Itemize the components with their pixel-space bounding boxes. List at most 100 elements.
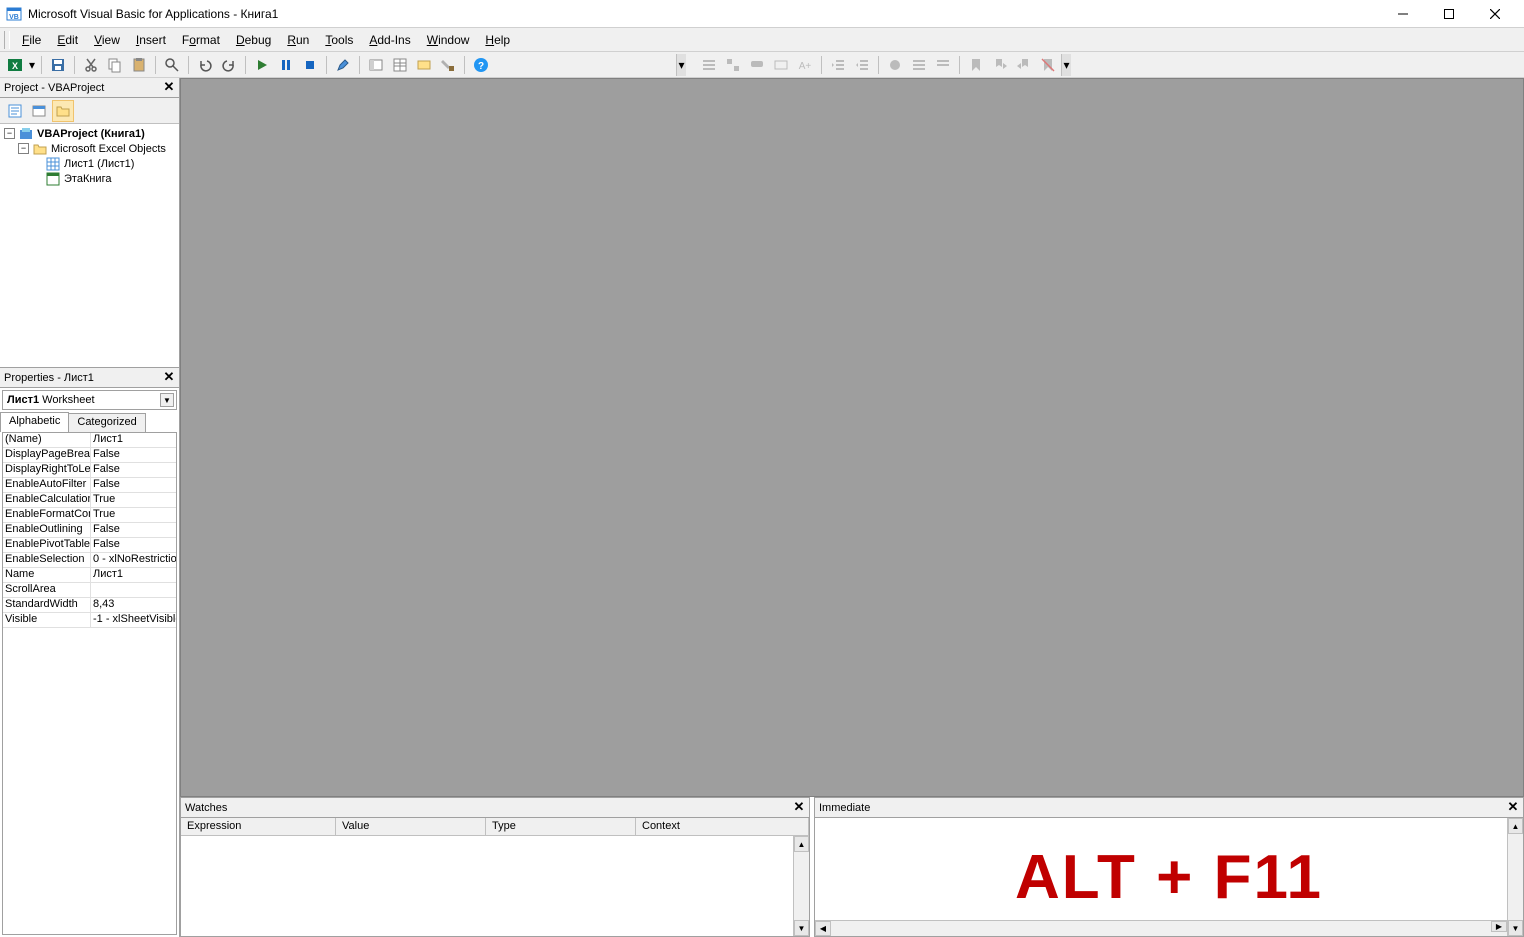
menu-window[interactable]: Window <box>419 30 478 50</box>
design-mode-icon[interactable] <box>332 54 354 76</box>
break-icon[interactable] <box>275 54 297 76</box>
list-properties-icon[interactable] <box>698 54 720 76</box>
tree-sheet[interactable]: Лист1 (Лист1) <box>2 156 177 171</box>
property-value[interactable]: False <box>91 448 176 462</box>
immediate-close-icon[interactable]: ✕ <box>1505 799 1521 815</box>
comment-block-icon[interactable] <box>908 54 930 76</box>
immediate-hscroll[interactable]: ◀ ▶ <box>815 920 1507 936</box>
property-value[interactable]: 0 - xlNoRestrictions <box>91 553 176 567</box>
watch-col-expression[interactable]: Expression <box>181 818 336 835</box>
immediate-vscroll[interactable]: ▲ ▼ <box>1507 818 1523 936</box>
properties-panel-header[interactable]: Properties - Лист1 ✕ <box>0 368 179 388</box>
menu-help[interactable]: Help <box>477 30 518 50</box>
parameter-info-icon[interactable] <box>770 54 792 76</box>
object-browser-icon[interactable] <box>413 54 435 76</box>
view-code-icon[interactable] <box>4 100 26 122</box>
list-constants-icon[interactable] <box>722 54 744 76</box>
property-row[interactable]: DisplayPageBreaksFalse <box>3 448 176 463</box>
properties-object-combo[interactable]: Лист1 Worksheet ▼ <box>2 390 177 410</box>
scroll-right-icon[interactable]: ▶ <box>1491 921 1507 932</box>
cut-icon[interactable] <box>80 54 102 76</box>
scroll-left-icon[interactable]: ◀ <box>815 921 831 936</box>
property-value[interactable]: True <box>91 493 176 507</box>
properties-panel-close-icon[interactable]: ✕ <box>161 369 177 385</box>
minimize-button[interactable] <box>1380 0 1426 28</box>
maximize-button[interactable] <box>1426 0 1472 28</box>
property-row[interactable]: EnableAutoFilterFalse <box>3 478 176 493</box>
property-row[interactable]: (Name)Лист1 <box>3 433 176 448</box>
project-tree[interactable]: − VBAProject (Книга1) − Microsoft Excel … <box>0 124 179 367</box>
property-row[interactable]: DisplayRightToLeftFalse <box>3 463 176 478</box>
watch-col-type[interactable]: Type <box>486 818 636 835</box>
menu-view[interactable]: View <box>86 30 128 50</box>
tab-alphabetic[interactable]: Alphabetic <box>0 412 69 432</box>
project-explorer-icon[interactable] <box>365 54 387 76</box>
watches-header[interactable]: Watches ✕ <box>181 798 809 818</box>
scroll-up-icon[interactable]: ▲ <box>794 836 809 852</box>
find-icon[interactable] <box>161 54 183 76</box>
toolbar-overflow-2[interactable]: ▾ <box>1061 54 1071 76</box>
property-value[interactable]: False <box>91 523 176 537</box>
tree-folder[interactable]: − Microsoft Excel Objects <box>2 141 177 156</box>
scroll-down-icon[interactable]: ▼ <box>794 920 809 936</box>
copy-icon[interactable] <box>104 54 126 76</box>
property-row[interactable]: NameЛист1 <box>3 568 176 583</box>
immediate-header[interactable]: Immediate ✕ <box>815 798 1523 818</box>
property-value[interactable]: True <box>91 508 176 522</box>
project-panel-close-icon[interactable]: ✕ <box>161 79 177 95</box>
combo-arrow-icon[interactable]: ▼ <box>160 393 174 407</box>
property-value[interactable] <box>91 583 176 597</box>
watch-col-context[interactable]: Context <box>636 818 809 835</box>
menu-addins[interactable]: Add-Ins <box>361 30 418 50</box>
run-icon[interactable] <box>251 54 273 76</box>
watches-body[interactable]: ▲ ▼ <box>181 836 809 936</box>
scroll-up-icon[interactable]: ▲ <box>1508 818 1523 834</box>
scroll-down-icon[interactable]: ▼ <box>1508 920 1523 936</box>
property-row[interactable]: Visible-1 - xlSheetVisible <box>3 613 176 628</box>
close-button[interactable] <box>1472 0 1518 28</box>
property-row[interactable]: ScrollArea <box>3 583 176 598</box>
bookmark-next-icon[interactable] <box>989 54 1011 76</box>
breakpoint-icon[interactable] <box>884 54 906 76</box>
menu-edit[interactable]: Edit <box>49 30 86 50</box>
view-excel-icon[interactable]: X <box>4 54 26 76</box>
property-row[interactable]: StandardWidth8,43 <box>3 598 176 613</box>
toolbar-overflow-1[interactable]: ▾ <box>676 54 686 76</box>
view-object-icon[interactable] <box>28 100 50 122</box>
bookmark-prev-icon[interactable] <box>1013 54 1035 76</box>
property-value[interactable]: 8,43 <box>91 598 176 612</box>
quick-info-icon[interactable] <box>746 54 768 76</box>
insert-dropdown[interactable]: ▾ <box>28 54 36 76</box>
watches-close-icon[interactable]: ✕ <box>791 799 807 815</box>
property-row[interactable]: EnablePivotTableFalse <box>3 538 176 553</box>
menu-file[interactable]: File <box>14 30 49 50</box>
properties-grid[interactable]: (Name)Лист1DisplayPageBreaksFalseDisplay… <box>2 432 177 935</box>
property-value[interactable]: False <box>91 478 176 492</box>
watch-col-value[interactable]: Value <box>336 818 486 835</box>
property-value[interactable]: -1 - xlSheetVisible <box>91 613 176 627</box>
tree-collapse-icon[interactable]: − <box>18 143 29 154</box>
tab-categorized[interactable]: Categorized <box>68 413 145 433</box>
watches-vscroll[interactable]: ▲ ▼ <box>793 836 809 936</box>
properties-window-icon[interactable] <box>389 54 411 76</box>
uncomment-block-icon[interactable] <box>932 54 954 76</box>
tree-collapse-icon[interactable]: − <box>4 128 15 139</box>
property-row[interactable]: EnableSelection0 - xlNoRestrictions <box>3 553 176 568</box>
menu-tools[interactable]: Tools <box>317 30 361 50</box>
outdent-icon[interactable] <box>851 54 873 76</box>
undo-icon[interactable] <box>194 54 216 76</box>
menu-run[interactable]: Run <box>279 30 317 50</box>
menu-insert[interactable]: Insert <box>128 30 174 50</box>
redo-icon[interactable] <box>218 54 240 76</box>
help-icon[interactable]: ? <box>470 54 492 76</box>
toggle-folders-icon[interactable] <box>52 100 74 122</box>
toolbar-grip[interactable] <box>4 31 10 49</box>
property-value[interactable]: False <box>91 463 176 477</box>
paste-icon[interactable] <box>128 54 150 76</box>
property-row[interactable]: EnableFormatConditionsCalculationTrue <box>3 508 176 523</box>
toolbox-icon[interactable] <box>437 54 459 76</box>
property-value[interactable]: Лист1 <box>91 433 176 447</box>
property-row[interactable]: EnableCalculationTrue <box>3 493 176 508</box>
indent-icon[interactable] <box>827 54 849 76</box>
menu-debug[interactable]: Debug <box>228 30 279 50</box>
